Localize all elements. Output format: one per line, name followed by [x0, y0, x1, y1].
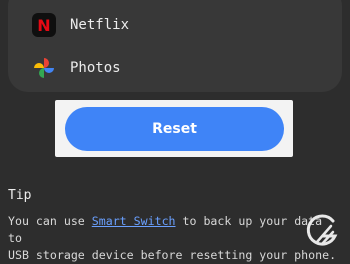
tip-heading: Tip	[8, 188, 32, 203]
app-item-netflix: N Netflix	[32, 12, 129, 38]
g-logo-watermark	[303, 212, 341, 252]
smart-switch-link[interactable]: Smart Switch	[92, 214, 176, 228]
google-photos-icon	[32, 56, 56, 80]
netflix-icon: N	[32, 13, 56, 37]
tip-text-before: You can use	[8, 214, 92, 228]
app-label-netflix: Netflix	[70, 17, 130, 33]
reset-highlight-box: Reset	[55, 100, 293, 157]
app-label-photos: Photos	[70, 60, 121, 76]
tip-text: You can use Smart Switch to back up your…	[8, 213, 338, 264]
app-item-photos: Photos	[32, 55, 121, 81]
netflix-icon-glyph: N	[37, 15, 51, 35]
reset-button[interactable]: Reset	[65, 107, 284, 151]
